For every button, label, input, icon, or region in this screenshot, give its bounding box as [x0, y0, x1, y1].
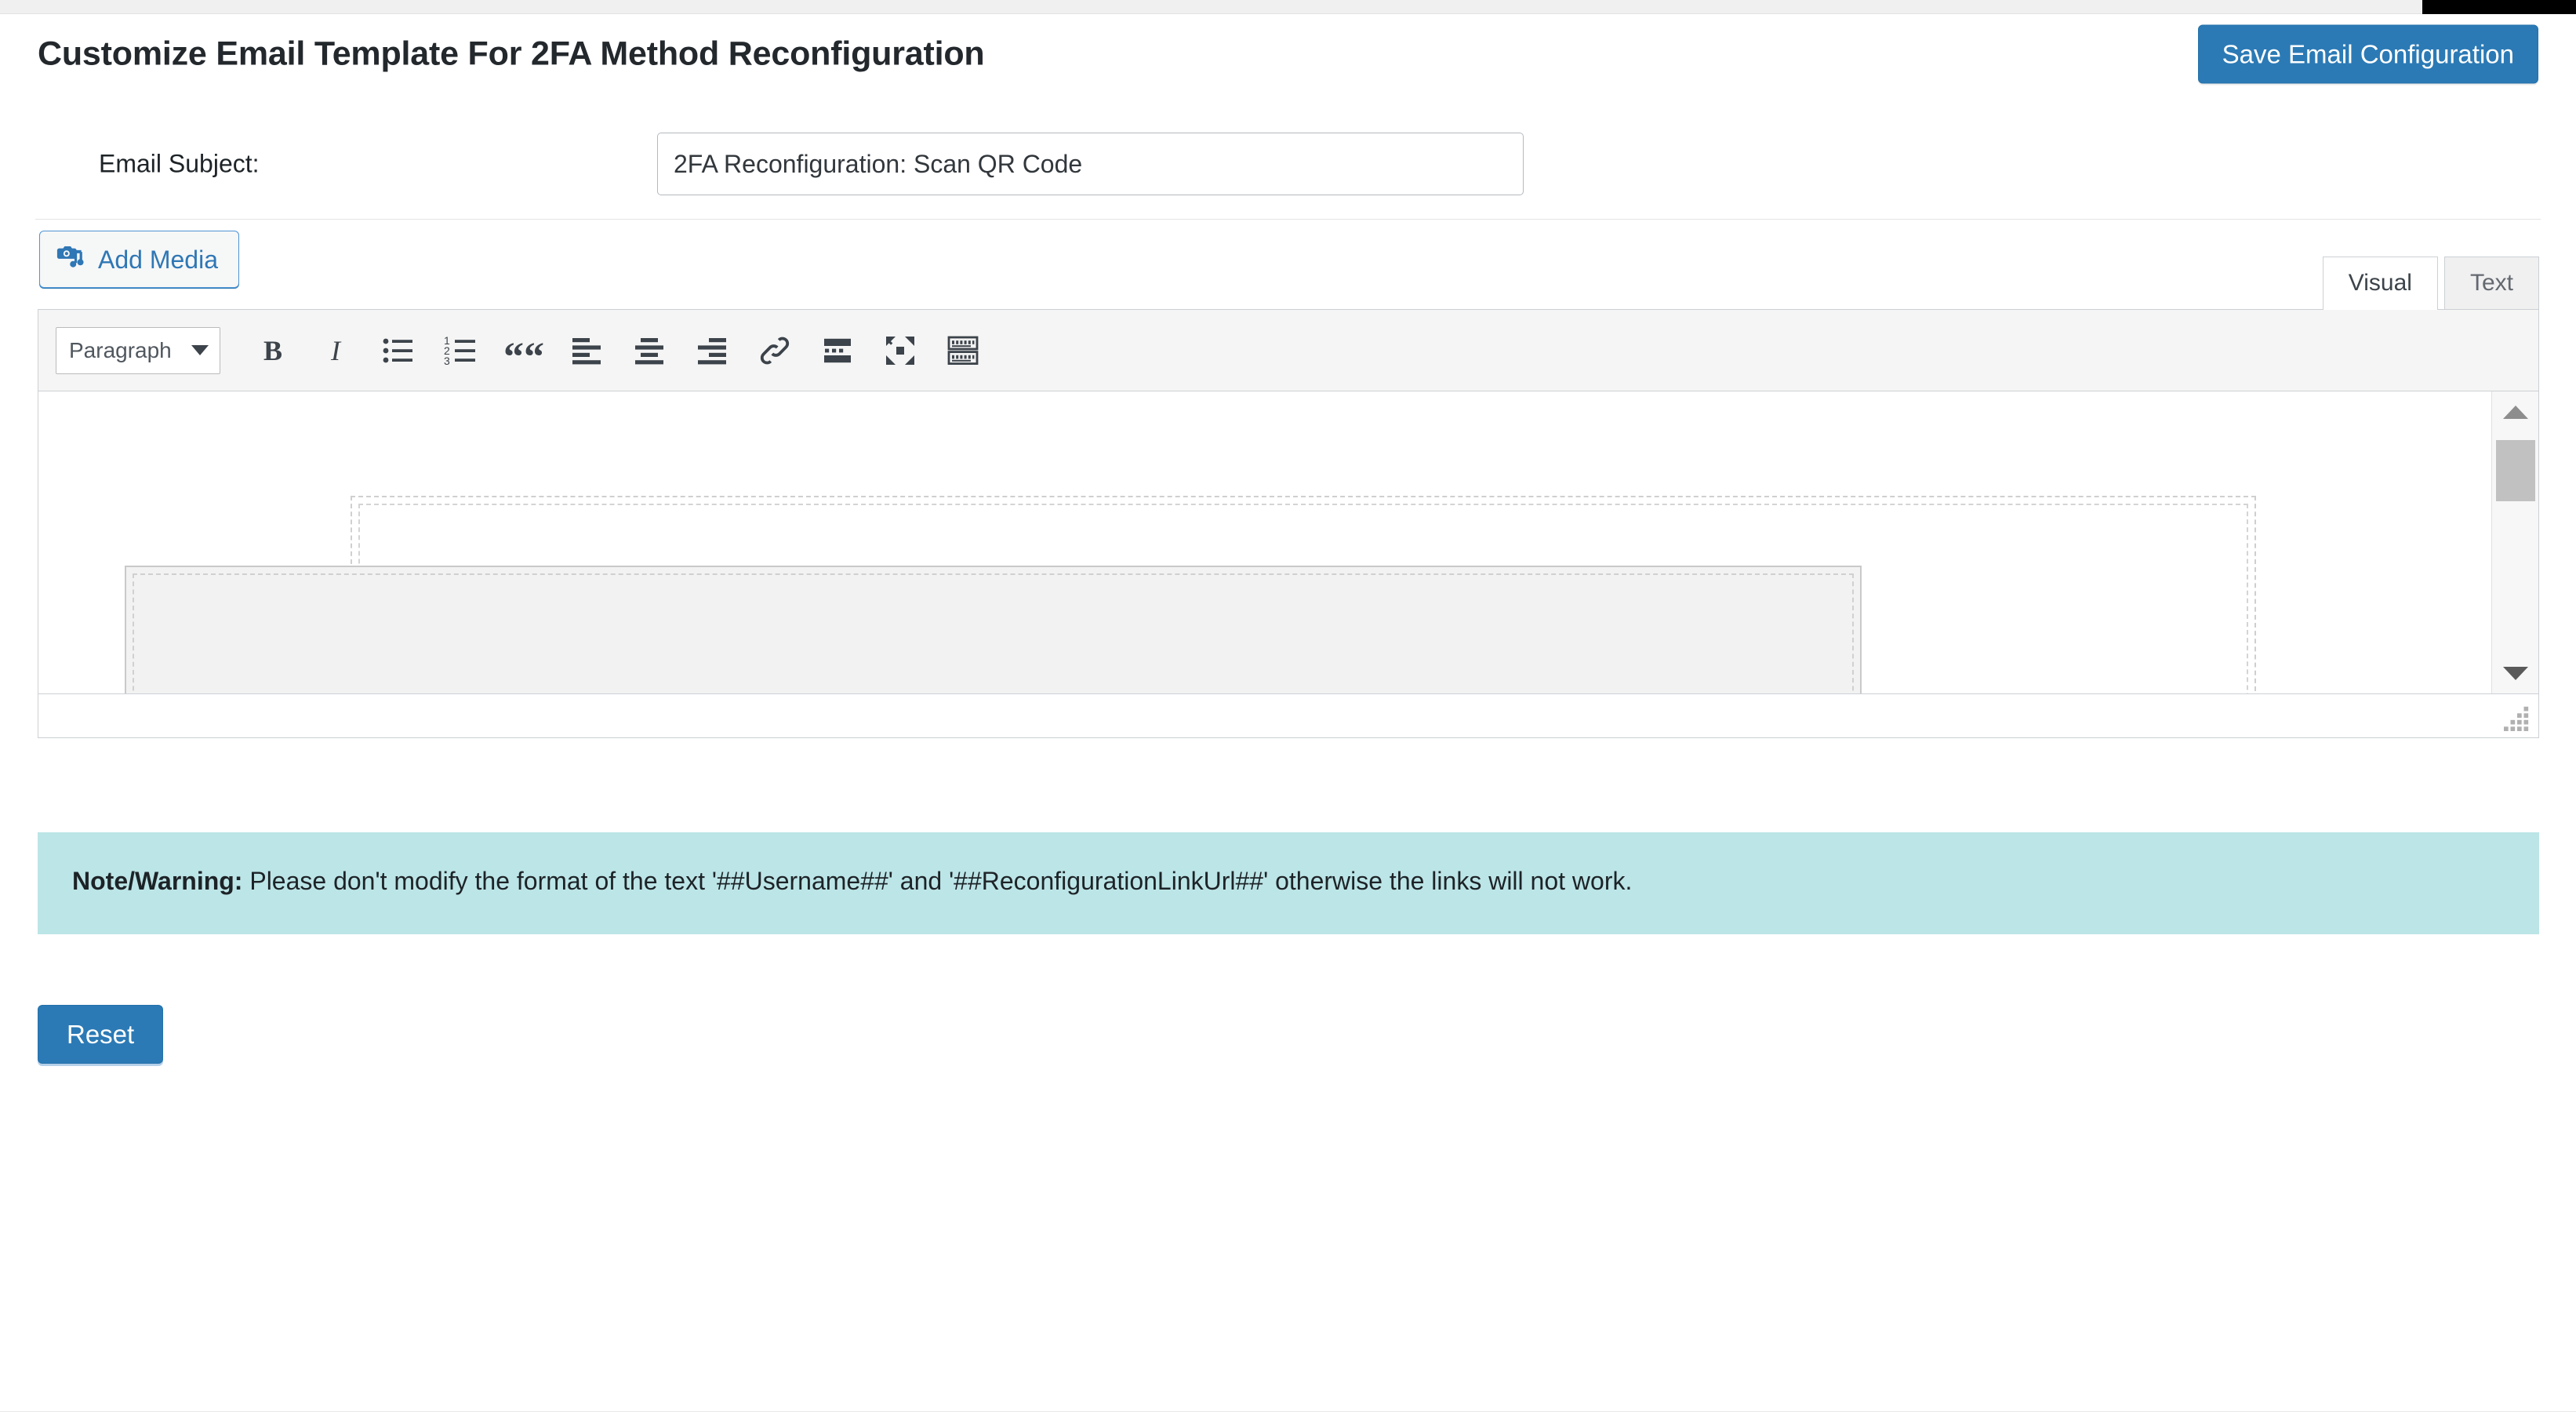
- editor-media-bar: Add Media Visual Text: [38, 220, 2539, 310]
- page-header: Customize Email Template For 2FA Method …: [38, 15, 2538, 109]
- note-warning-prefix: Note/Warning:: [72, 867, 243, 895]
- svg-text:3: 3: [444, 355, 450, 367]
- bold-button[interactable]: B: [249, 326, 297, 375]
- read-more-button[interactable]: [813, 326, 862, 375]
- editor-resize-handle[interactable]: [2504, 704, 2531, 731]
- admin-page: Customize Email Template For 2FA Method …: [0, 15, 2576, 1412]
- email-subject-label: Email Subject:: [99, 149, 260, 178]
- chevron-down-icon: [191, 345, 209, 355]
- add-media-label: Add Media: [98, 245, 218, 274]
- bulleted-list-button[interactable]: [374, 326, 423, 375]
- align-left-button[interactable]: [562, 326, 611, 375]
- fullscreen-icon: [883, 333, 917, 368]
- email-body-editor: Add Media Visual Text Paragraph B I 1 2 …: [38, 220, 2539, 738]
- keyboard-icon: [946, 333, 980, 368]
- read-more-icon: [820, 333, 855, 368]
- format-select[interactable]: Paragraph: [56, 326, 220, 374]
- editor-mode-tabs: Visual Text: [2316, 257, 2539, 310]
- tab-visual[interactable]: Visual: [2322, 257, 2438, 310]
- editor-canvas[interactable]: [38, 391, 2491, 693]
- scroll-down-arrow[interactable]: [2492, 653, 2538, 693]
- editor-content-area[interactable]: [38, 391, 2539, 694]
- email-template-content-card-inner: [133, 573, 1854, 693]
- link-icon: [758, 333, 792, 368]
- add-media-button[interactable]: Add Media: [39, 231, 239, 288]
- align-center-button[interactable]: [625, 326, 674, 375]
- bold-icon: B: [263, 334, 282, 366]
- italic-button[interactable]: I: [311, 326, 360, 375]
- scroll-up-arrow[interactable]: [2492, 391, 2538, 432]
- media-camera-note-icon: [56, 242, 85, 276]
- editor-toolbar: Paragraph B I 1 2 3 ““: [38, 309, 2539, 391]
- browser-top-strip: [0, 0, 2576, 14]
- align-right-icon: [695, 333, 729, 368]
- align-right-button[interactable]: [688, 326, 736, 375]
- scrollbar-thumb[interactable]: [2496, 440, 2535, 501]
- note-warning-box: Note/Warning: Please don't modify the fo…: [38, 832, 2539, 934]
- fullscreen-button[interactable]: [876, 326, 925, 375]
- align-center-icon: [632, 333, 667, 368]
- save-email-configuration-button[interactable]: Save Email Configuration: [2197, 24, 2538, 84]
- insert-link-button[interactable]: [750, 326, 799, 375]
- triangle-down-icon: [2503, 666, 2528, 680]
- numbered-list-icon: 1 2 3: [444, 333, 478, 368]
- blockquote-icon: ““: [503, 334, 544, 380]
- format-select-value: Paragraph: [69, 337, 172, 362]
- editor-status-bar: [38, 694, 2539, 738]
- email-template-content-card: [125, 566, 1862, 693]
- bulleted-list-icon: [381, 333, 416, 368]
- page-title: Customize Email Template For 2FA Method …: [38, 35, 985, 73]
- note-warning-text: Please don't modify the format of the te…: [242, 867, 1633, 895]
- email-subject-input[interactable]: [657, 133, 1524, 195]
- numbered-list-button[interactable]: 1 2 3: [437, 326, 485, 375]
- italic-icon: I: [331, 334, 340, 366]
- reset-button[interactable]: Reset: [38, 1004, 164, 1064]
- window-corner-marker: [2422, 0, 2576, 14]
- triangle-up-icon: [2503, 405, 2528, 419]
- editor-vertical-scrollbar[interactable]: [2491, 391, 2538, 693]
- blockquote-button[interactable]: ““: [500, 326, 548, 380]
- tab-text[interactable]: Text: [2443, 257, 2539, 310]
- toolbar-toggle-button[interactable]: [939, 326, 987, 375]
- email-subject-row: Email Subject:: [38, 109, 2538, 219]
- align-left-icon: [569, 333, 604, 368]
